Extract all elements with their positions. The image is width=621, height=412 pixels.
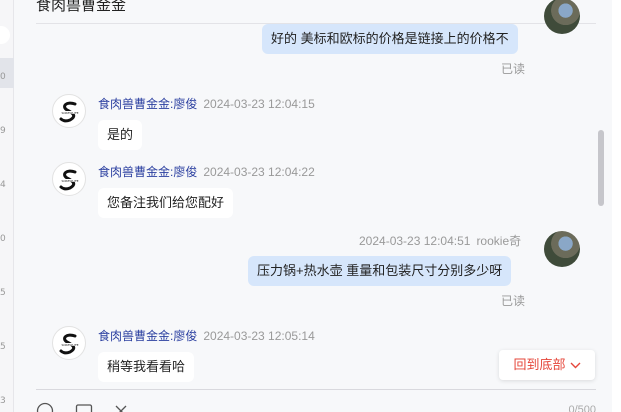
back-to-bottom-button[interactable]: 回到底部 xyxy=(499,350,595,380)
message-meta: 食肉兽曹金金:廖俊 2024-03-23 12:05:14 xyxy=(98,327,315,344)
window-edge xyxy=(612,0,621,412)
svg-text:SCREWLIFE: SCREWLIFE xyxy=(61,179,78,183)
scissors-icon[interactable] xyxy=(112,402,130,412)
message-bubble-self: 好的 美标和欧标的价格是链接上的价格不 xyxy=(262,24,518,54)
chat-panel: 食肉兽曹金金 好的 美标和欧标的价格是链接上的价格不 已读 SCREWLIFE … xyxy=(14,0,612,412)
conversation-count: 5 xyxy=(0,288,6,298)
character-counter: 0/500 xyxy=(568,404,596,412)
conversation-count: 0 xyxy=(0,72,6,82)
avatar[interactable] xyxy=(544,0,580,34)
unread-dot xyxy=(0,26,10,44)
message-time: 2024-03-23 12:04:15 xyxy=(203,97,315,111)
avatar[interactable]: SCREWLIFE xyxy=(52,326,86,360)
avatar[interactable]: SCREWLIFE xyxy=(52,94,86,128)
input-divider xyxy=(36,389,596,390)
sender-name[interactable]: 食肉兽曹金金:廖俊 xyxy=(98,97,197,111)
avatar[interactable] xyxy=(544,231,580,267)
message-time: 2024-03-23 12:04:51 xyxy=(359,234,471,248)
read-status: 已读 xyxy=(501,294,526,308)
avatar[interactable]: SCREWLIFE xyxy=(52,162,86,196)
message-time: 2024-03-23 12:05:14 xyxy=(203,329,315,343)
emoji-icon[interactable] xyxy=(36,402,54,412)
conversation-count: 9 xyxy=(0,126,6,136)
conversation-count: 5 xyxy=(0,342,6,352)
conversation-count: 3 xyxy=(0,396,6,406)
message-time: 2024-03-23 12:04:22 xyxy=(203,165,315,179)
sender-name[interactable]: 食肉兽曹金金:廖俊 xyxy=(98,329,197,343)
message-meta: 2024-03-23 12:04:51 rookie奇 xyxy=(359,232,521,249)
message-meta: 食肉兽曹金金:廖俊 2024-03-23 12:04:15 xyxy=(98,95,315,112)
image-icon[interactable] xyxy=(75,402,93,412)
read-status: 已读 xyxy=(501,62,526,76)
svg-text:SCREWLIFE: SCREWLIFE xyxy=(61,111,78,115)
brand-logo-icon: SCREWLIFE xyxy=(59,169,81,191)
conversation-count: 4 xyxy=(0,180,6,190)
sender-name: rookie奇 xyxy=(476,234,522,248)
back-to-bottom-label: 回到底部 xyxy=(513,357,566,372)
message-bubble-self: 压力锅+热水壶 重量和包装尺寸分别多少呀 xyxy=(248,256,512,286)
conversation-list-strip: 0 9 4 0 5 5 3 xyxy=(0,0,14,412)
scrollbar-thumb[interactable] xyxy=(598,130,604,206)
svg-text:SCREWLIFE: SCREWLIFE xyxy=(61,343,78,347)
sender-name[interactable]: 食肉兽曹金金:廖俊 xyxy=(98,165,197,179)
message-bubble-other: 是的 xyxy=(98,120,143,150)
conversation-count: 0 xyxy=(0,234,6,244)
brand-logo-icon: SCREWLIFE xyxy=(59,101,81,123)
message-meta: 食肉兽曹金金:廖俊 2024-03-23 12:04:22 xyxy=(98,163,315,180)
message-bubble-other: 您备注我们给您配好 xyxy=(98,188,234,218)
message-bubble-other: 稍等我看看哈 xyxy=(98,352,195,382)
chevron-down-icon xyxy=(570,351,581,381)
chat-title: 食肉兽曹金金 xyxy=(36,0,127,14)
brand-logo-icon: SCREWLIFE xyxy=(59,333,81,355)
